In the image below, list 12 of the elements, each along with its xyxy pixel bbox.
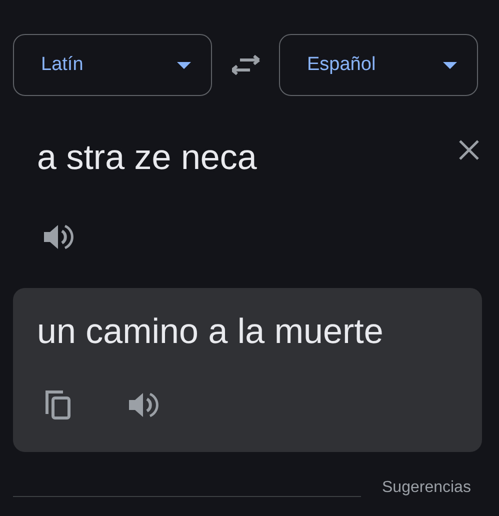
speaker-icon[interactable] [44, 224, 74, 250]
translation-text: un camino a la muerte [37, 312, 384, 351]
speaker-icon[interactable] [129, 392, 159, 418]
close-icon[interactable] [458, 139, 480, 161]
swap-icon[interactable] [232, 55, 260, 75]
source-text[interactable]: a stra ze neca [37, 136, 257, 180]
source-language-dropdown[interactable]: Latín [13, 34, 212, 96]
target-language-dropdown[interactable]: Español [279, 34, 478, 96]
caret-icon [443, 62, 457, 68]
copy-icon[interactable] [45, 390, 71, 420]
suggestions-link[interactable]: Sugerencias [382, 478, 471, 496]
caret-icon [177, 62, 191, 68]
